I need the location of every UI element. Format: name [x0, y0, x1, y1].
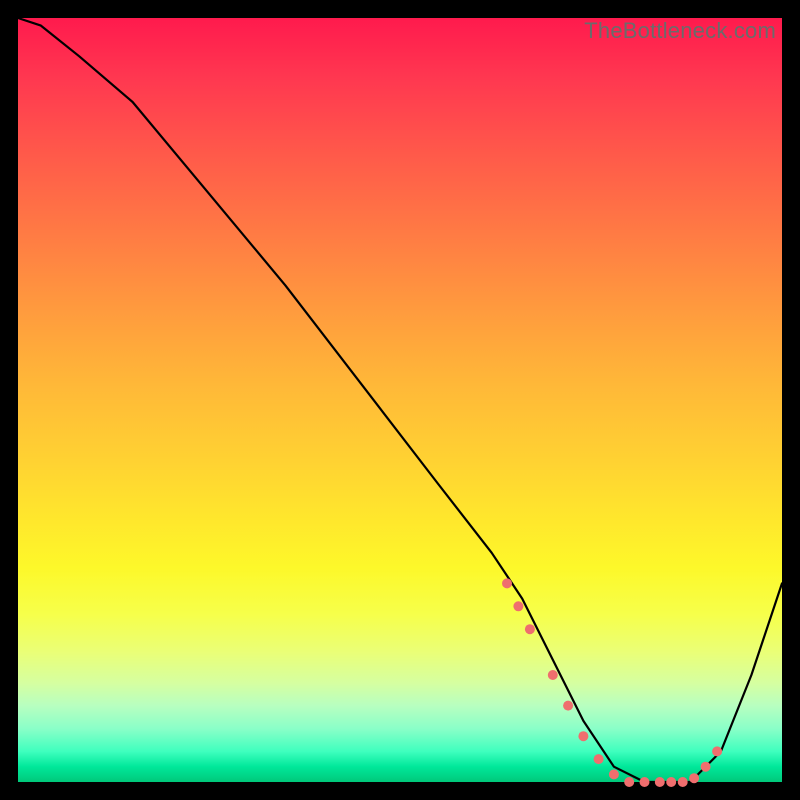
highlight-dot	[578, 731, 588, 741]
highlight-dot	[666, 777, 676, 787]
curve-plot	[18, 18, 782, 782]
highlight-dot	[640, 777, 650, 787]
highlight-dot	[689, 773, 699, 783]
highlight-dots-group	[502, 578, 722, 787]
highlight-dot	[701, 762, 711, 772]
chart-frame: TheBottleneck.com	[18, 18, 782, 782]
watermark-text: TheBottleneck.com	[584, 18, 776, 44]
highlight-dot	[678, 777, 688, 787]
highlight-dot	[563, 701, 573, 711]
highlight-dot	[548, 670, 558, 680]
highlight-dot	[594, 754, 604, 764]
highlight-dot	[502, 578, 512, 588]
highlight-dot	[525, 624, 535, 634]
highlight-dot	[513, 601, 523, 611]
highlight-dot	[624, 777, 634, 787]
highlight-dot	[712, 746, 722, 756]
highlight-dot	[655, 777, 665, 787]
bottleneck-curve	[18, 18, 782, 782]
highlight-dot	[609, 769, 619, 779]
